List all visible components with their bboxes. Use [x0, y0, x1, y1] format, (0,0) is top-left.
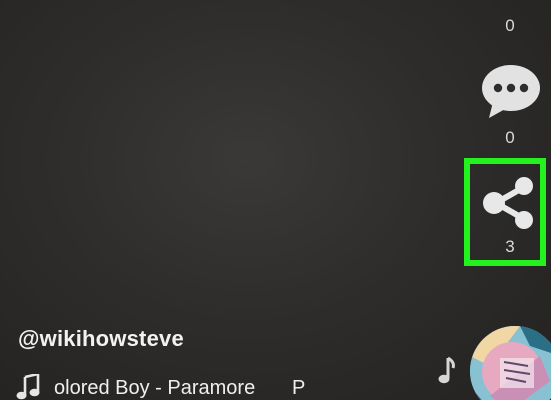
floating-music-note-icon — [438, 356, 455, 384]
share-count: 3 — [505, 237, 515, 256]
like-count: 0 — [505, 16, 515, 35]
share-button[interactable] — [478, 174, 540, 232]
song-title-repeat: P — [292, 377, 306, 399]
song-title: olored Boy - Paramore — [54, 377, 256, 399]
author-username[interactable]: @wikihowsteve — [18, 326, 184, 352]
video-frame[interactable]: 0 0 3 @wikihowsteve olored Boy - Paramor… — [0, 0, 551, 400]
music-marquee[interactable]: olored Boy - Paramore P — [16, 374, 316, 400]
album-art-disc[interactable] — [470, 326, 551, 400]
album-art-image — [470, 326, 551, 400]
comment-count: 0 — [505, 128, 515, 147]
share-icon — [483, 177, 533, 229]
music-note-icon — [16, 374, 40, 400]
comment-button[interactable] — [481, 64, 541, 120]
comment-bubble-icon — [482, 65, 540, 118]
